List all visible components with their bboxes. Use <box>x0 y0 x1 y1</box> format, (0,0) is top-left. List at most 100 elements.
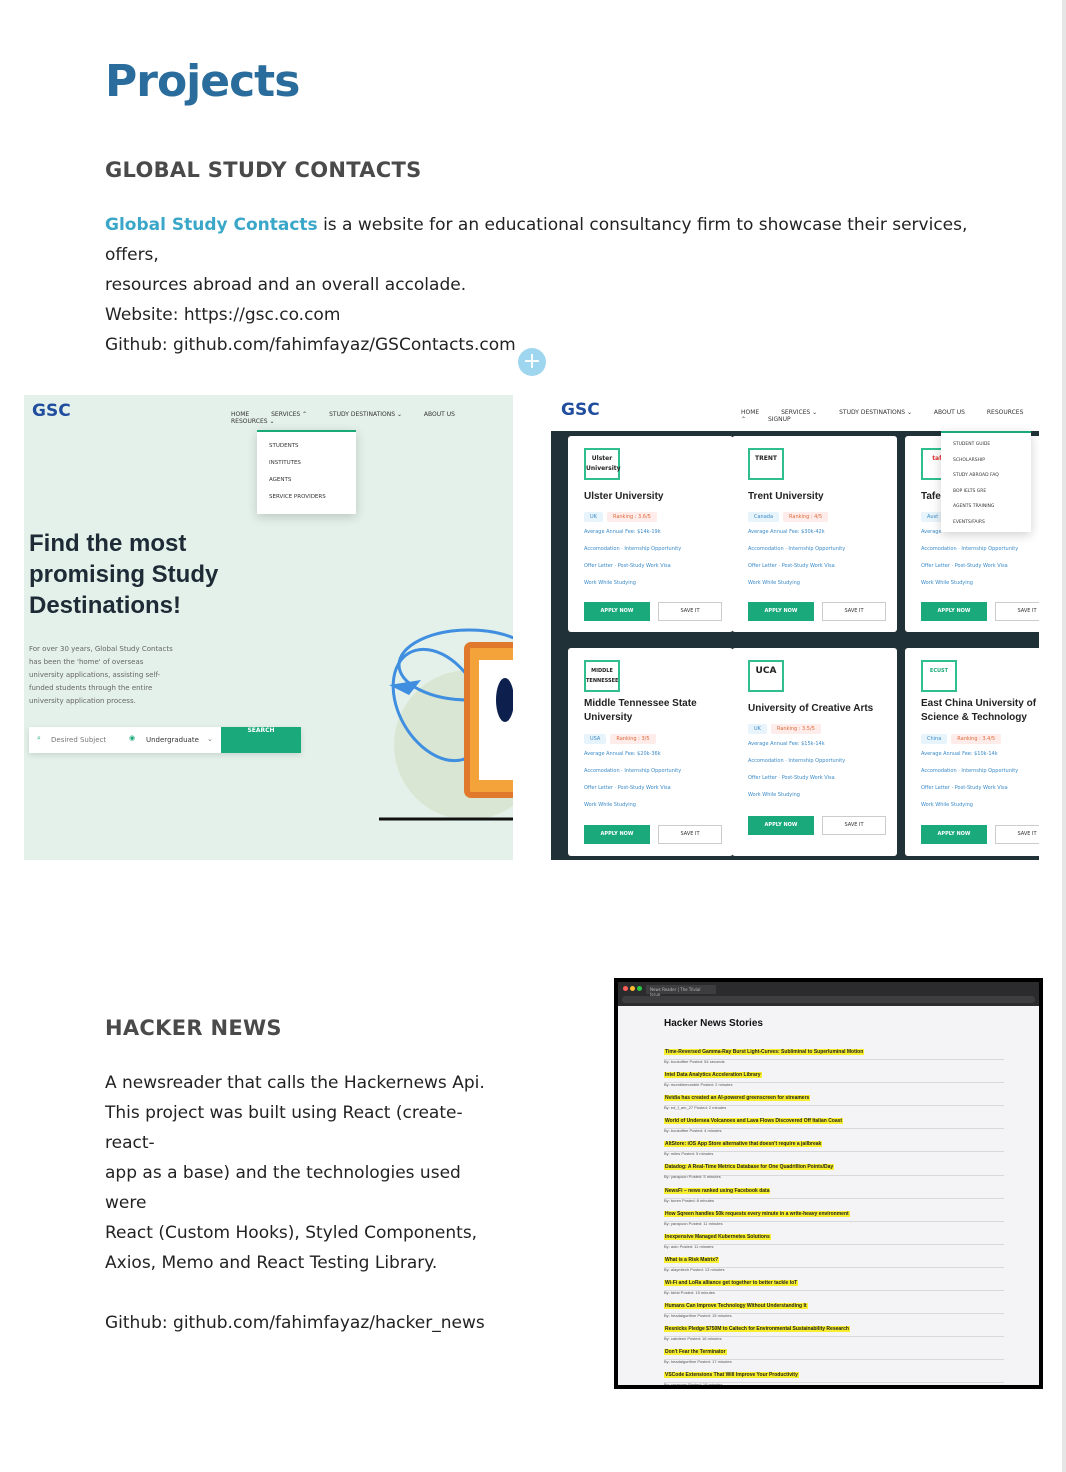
story-item[interactable]: AltStore: iOS App Store alternative that… <box>664 1129 1004 1156</box>
gsc-logo: GSC <box>561 400 600 420</box>
gsc-header: GSC HOME SERVICES ⌄ STUDY DESTINATIONS ⌄… <box>551 395 1039 431</box>
story-item[interactable]: VSCode Extensions That Will Improve Your… <box>664 1360 1004 1385</box>
story-title[interactable]: Datadog: A Real-Time Metrics Database fo… <box>664 1164 835 1171</box>
university-card[interactable]: UCA University of Creative Arts UK Rankin… <box>732 648 897 856</box>
apply-now-button[interactable]: APPLY NOW <box>921 602 987 621</box>
menu-item[interactable]: STUDENT GUIDE <box>953 437 1019 453</box>
menu-item[interactable]: BOP IELTS GRE <box>953 484 1019 500</box>
hn-github[interactable]: Github: github.com/fahimfayaz/hacker_new… <box>105 1308 505 1338</box>
story-title[interactable]: NewsFi – news ranked using Facebook data <box>664 1187 771 1194</box>
apply-now-button[interactable]: APPLY NOW <box>584 602 650 621</box>
hn-heading: HACKER NEWS <box>105 1016 282 1040</box>
features: Average Annual Fee: $14k-19k Accomodatio… <box>584 529 682 586</box>
university-card[interactable]: Ulster University Ulster University UK Ra… <box>568 436 733 632</box>
gsc-link[interactable]: Global Study Contacts <box>105 215 318 235</box>
save-it-button[interactable]: SAVE IT <box>658 825 722 844</box>
story-meta: By: coracoac Posted: 19 minutes <box>664 1382 723 1388</box>
nav-services[interactable]: SERVICES ⌃ <box>271 411 307 418</box>
story-item[interactable]: What is a Risk Matrix? By: alaymtech Post… <box>664 1245 1004 1272</box>
story-item[interactable]: Nvidia has created an AI-powered greensc… <box>664 1083 1004 1110</box>
add-plus-icon[interactable]: + <box>518 348 546 376</box>
address-bar[interactable] <box>622 996 1035 1003</box>
search-icon: ⌕ <box>37 734 41 742</box>
story-title[interactable]: Intel Data Analytics Acceleration Librar… <box>664 1072 762 1079</box>
save-it-button[interactable]: SAVE IT <box>995 602 1039 621</box>
story-item[interactable]: Don't Fear the Terminator By: headalgorit… <box>664 1337 1004 1364</box>
story-title[interactable]: AltStore: iOS App Store alternative that… <box>664 1141 823 1148</box>
university-card[interactable]: TRENT Trent University Canada Ranking : 4… <box>732 436 897 632</box>
hn-desc-line: React (Custom Hooks), Styled Components, <box>105 1223 478 1243</box>
browser-tab[interactable]: News Reader | The Trivial Issue <box>646 985 716 997</box>
nav-about[interactable]: ABOUT US <box>424 411 455 418</box>
story-title[interactable]: How Sqreen handles 50k requests every mi… <box>664 1210 850 1217</box>
story-title[interactable]: Don't Fear the Terminator <box>664 1349 727 1356</box>
nav-home[interactable]: HOME <box>741 409 759 416</box>
story-title[interactable]: Humans Can Improve Technology Without Un… <box>664 1303 808 1310</box>
story-title[interactable]: Resnicks Pledge $750M to Caltech for Env… <box>664 1326 850 1333</box>
level-select[interactable]: Undergraduate <box>146 736 199 744</box>
features: Average Annual Fee: $15k-14k Accomodatio… <box>748 741 846 798</box>
menu-item[interactable]: AGENTS TRAINING <box>953 499 1019 515</box>
apply-now-button[interactable]: APPLY NOW <box>921 825 987 844</box>
apply-now-button[interactable]: APPLY NOW <box>584 825 650 844</box>
hero-text: For over 30 years, Global Study Contacts… <box>29 645 173 705</box>
gsc-nav: HOME SERVICES ⌃ STUDY DESTINATIONS ⌄ ABO… <box>231 411 513 425</box>
search-button[interactable]: SEARCH <box>221 727 301 753</box>
menu-item[interactable]: INSTITUTES <box>269 455 344 472</box>
story-item[interactable]: Resnicks Pledge $750M to Caltech for Env… <box>664 1314 1004 1341</box>
nav-signup[interactable]: SIGNUP <box>768 416 791 423</box>
story-title[interactable]: World of Undersea Volcanoes and Lava Flo… <box>664 1118 844 1125</box>
university-logo: Ulster University <box>584 448 621 480</box>
hn-screenshot: News Reader | The Trivial Issue Hacker N… <box>614 978 1043 1389</box>
save-it-button[interactable]: SAVE IT <box>822 602 886 621</box>
story-item[interactable]: NewsFi – news ranked using Facebook data… <box>664 1176 1004 1203</box>
story-item[interactable]: World of Undersea Volcanoes and Lava Flo… <box>664 1106 1004 1133</box>
page-title: Projects <box>105 56 300 107</box>
tags: China Ranking : 3.4/5 <box>921 734 1002 744</box>
apply-now-button[interactable]: APPLY NOW <box>748 602 814 621</box>
nav-study-destinations[interactable]: STUDY DESTINATIONS ⌄ <box>329 411 402 418</box>
story-item[interactable]: Inexpensive Managed Kubernetes Solutions… <box>664 1222 1004 1249</box>
story-title[interactable]: VSCode Extensions That Will Improve Your… <box>664 1372 799 1379</box>
university-name: University of Creative Arts <box>748 703 874 714</box>
gsc-website[interactable]: Website: https://gsc.co.com <box>105 300 1005 330</box>
story-title[interactable]: Nvidia has created an AI-powered greensc… <box>664 1095 811 1102</box>
story-title[interactable]: Inexpensive Managed Kubernetes Solutions <box>664 1233 771 1240</box>
gsc-heading: GLOBAL STUDY CONTACTS <box>105 158 422 182</box>
story-item[interactable]: Wi-Fi and LoRa alliance get together to … <box>664 1268 1004 1295</box>
location-pin-icon: ◉ <box>129 734 136 742</box>
menu-item[interactable]: STUDENTS <box>269 438 344 455</box>
apply-now-button[interactable]: APPLY NOW <box>748 816 814 835</box>
story-item[interactable]: Time-Reversed Gamma-Ray Burst Light-Curv… <box>664 1037 1004 1064</box>
menu-item[interactable]: SERVICE PROVIDERS <box>269 489 344 506</box>
story-item[interactable]: Datadog: A Real-Time Metrics Database fo… <box>664 1152 1004 1179</box>
nav-home[interactable]: HOME <box>231 411 249 418</box>
hero-title: Find the most promising Study Destinatio… <box>29 530 219 619</box>
story-title[interactable]: Wi-Fi and LoRa alliance get together to … <box>664 1279 799 1286</box>
gsc-github[interactable]: Github: github.com/fahimfayaz/GSContacts… <box>105 330 1005 360</box>
save-it-button[interactable]: SAVE IT <box>995 825 1039 844</box>
nav-about[interactable]: ABOUT US <box>934 409 965 416</box>
resources-dropdown: STUDENT GUIDE SCHOLARSHIP STUDY ABROAD F… <box>941 431 1031 532</box>
search-input[interactable]: Desired Subject <box>51 736 106 744</box>
menu-item[interactable]: STUDY ABROAD FAQ <box>953 468 1019 484</box>
nav-study-destinations[interactable]: STUDY DESTINATIONS ⌄ <box>839 409 912 416</box>
chevron-down-icon: ⌄ <box>207 735 213 743</box>
story-item[interactable]: Humans Can Improve Technology Without Un… <box>664 1291 1004 1318</box>
menu-item[interactable]: EVENTS/FAIRS <box>953 515 1019 531</box>
save-it-button[interactable]: SAVE IT <box>822 816 886 835</box>
maximize-dot-icon <box>637 986 642 991</box>
university-name: Trent University <box>748 491 824 502</box>
story-item[interactable]: Intel Data Analytics Acceleration Librar… <box>664 1060 1004 1087</box>
gsc-screenshot-universities: GSC HOME SERVICES ⌄ STUDY DESTINATIONS ⌄… <box>551 395 1039 860</box>
menu-item[interactable]: SCHOLARSHIP <box>953 453 1019 469</box>
university-card[interactable]: ECUST East China University of Science &… <box>905 648 1039 856</box>
story-title[interactable]: Time-Reversed Gamma-Ray Burst Light-Curv… <box>664 1049 865 1055</box>
nav-resources[interactable]: RESOURCES ⌄ <box>231 418 274 425</box>
story-title[interactable]: What is a Risk Matrix? <box>664 1256 720 1263</box>
nav-services[interactable]: SERVICES ⌄ <box>781 409 817 416</box>
story-item[interactable]: How Sqreen handles 50k requests every mi… <box>664 1199 1004 1226</box>
save-it-button[interactable]: SAVE IT <box>658 602 722 621</box>
menu-item[interactable]: AGENTS <box>269 472 344 489</box>
university-card[interactable]: MIDDLE TENNESSEE Middle Tennessee State … <box>568 648 733 856</box>
